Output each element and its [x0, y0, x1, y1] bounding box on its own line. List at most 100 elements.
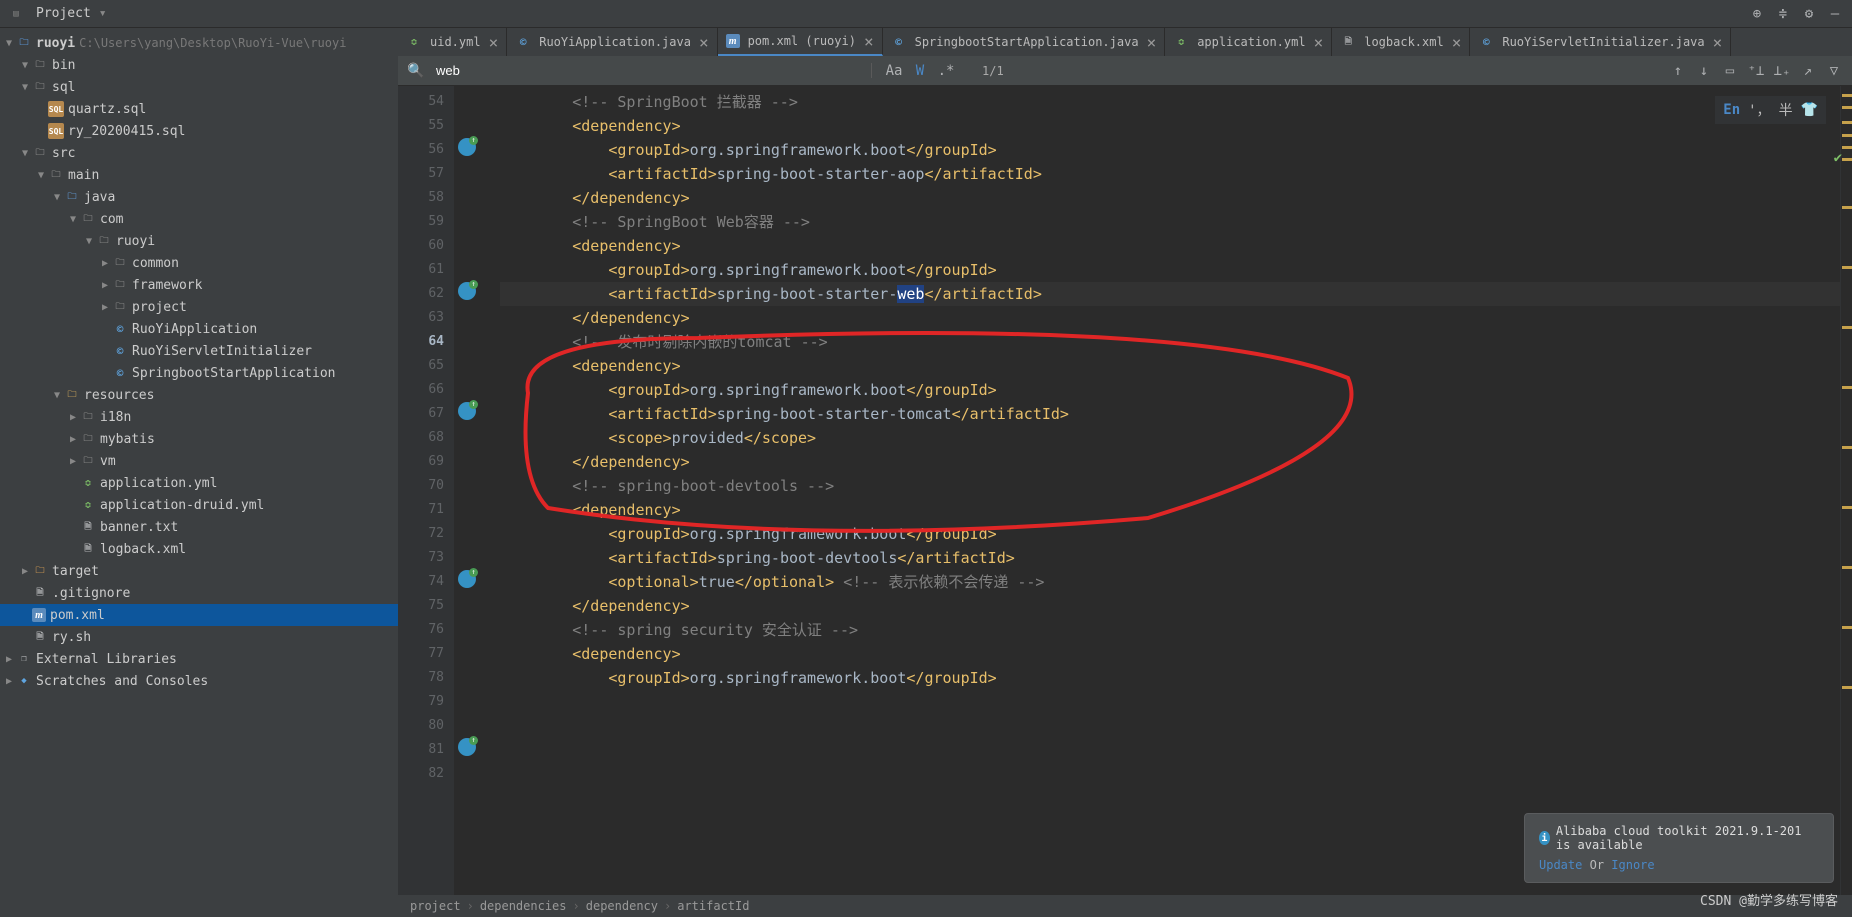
editor-tab[interactable]: ≎uid.yml×	[398, 28, 507, 56]
dir-icon: 🗀	[112, 299, 128, 315]
tree-item[interactable]: ▶❒External Libraries	[0, 648, 398, 670]
editor-tab[interactable]: 🗎logback.xml×	[1332, 28, 1470, 56]
update-link[interactable]: Update	[1539, 858, 1582, 872]
java-icon: ©	[515, 34, 531, 50]
tree-item[interactable]: 🗎banner.txt	[0, 516, 398, 538]
tree-item[interactable]: ▼🗀src	[0, 142, 398, 164]
shirt-icon: 👕	[1801, 102, 1818, 118]
run-mark-icon[interactable]	[458, 402, 476, 420]
tree-item[interactable]: ▶🗀common	[0, 252, 398, 274]
close-icon[interactable]: ×	[1147, 33, 1157, 52]
ignore-link[interactable]: Ignore	[1611, 858, 1654, 872]
tree-item[interactable]: ≎application.yml	[0, 472, 398, 494]
breadcrumb-item[interactable]: dependencies	[480, 899, 567, 913]
editor-tabs[interactable]: ≎uid.yml×©RuoYiApplication.java×mpom.xml…	[398, 28, 1852, 56]
editor-tab[interactable]: ≎application.yml×	[1165, 28, 1332, 56]
sql-icon: SQL	[48, 101, 64, 117]
run-mark-icon[interactable]	[458, 738, 476, 756]
tree-root[interactable]: ▼🗀ruoyi C:\Users\yang\Desktop\RuoYi-Vue\…	[0, 32, 398, 54]
tree-item[interactable]: ≎application-druid.yml	[0, 494, 398, 516]
lib-icon: ❒	[16, 651, 32, 667]
breadcrumb-item[interactable]: artifactId	[677, 899, 749, 913]
close-icon[interactable]: ×	[1314, 33, 1324, 52]
yml-icon: ≎	[80, 475, 96, 491]
close-icon[interactable]: ×	[699, 33, 709, 52]
project-toolbar: ▤ Project ▾ ⊕ ≑ ⚙ —	[0, 0, 1852, 28]
next-icon[interactable]: ↓	[1694, 63, 1714, 79]
tree-item[interactable]: ▼🗀ruoyi	[0, 230, 398, 252]
java-icon: ©	[112, 321, 128, 337]
tree-item[interactable]: 🗎logback.xml	[0, 538, 398, 560]
regex-icon[interactable]: .*	[936, 63, 956, 79]
hide-icon[interactable]: —	[1826, 5, 1844, 23]
words-icon[interactable]: W	[910, 63, 930, 79]
editor-tab[interactable]: ©SpringbootStartApplication.java×	[883, 28, 1166, 56]
code-editor[interactable]: 5455565758596061626364656667686970717273…	[398, 86, 1852, 895]
tree-item[interactable]: ▼🗀main	[0, 164, 398, 186]
breadcrumb-item[interactable]: project	[410, 899, 461, 913]
tree-item[interactable]: ▶🗀i18n	[0, 406, 398, 428]
editor-tab[interactable]: ©RuoYiServletInitializer.java×	[1470, 28, 1731, 56]
dir-icon: 🗀	[80, 453, 96, 469]
tree-item[interactable]: ▶🗀target	[0, 560, 398, 582]
editor-tab[interactable]: ©RuoYiApplication.java×	[507, 28, 717, 56]
filter-icon[interactable]: ▽	[1824, 63, 1844, 79]
breadcrumbs[interactable]: project›dependencies›dependency›artifact…	[398, 895, 1852, 917]
editor-tab[interactable]: mpom.xml (ruoyi)×	[718, 28, 883, 56]
close-icon[interactable]: ×	[489, 33, 499, 52]
tree-item[interactable]: ▶🗀project	[0, 296, 398, 318]
select-all-icon[interactable]: ⟂₊	[1772, 63, 1792, 79]
search-input[interactable]	[432, 63, 872, 78]
target-icon[interactable]: ⊕	[1748, 5, 1766, 23]
close-icon[interactable]: ×	[864, 32, 874, 51]
tree-item[interactable]: mpom.xml	[0, 604, 398, 626]
tree-item[interactable]: 🗎ry.sh	[0, 626, 398, 648]
file-icon: 🗎	[32, 629, 48, 645]
dir-icon: 🗀	[80, 211, 96, 227]
add-selection-icon[interactable]: ⁺⟂	[1746, 63, 1766, 79]
tree-item[interactable]: SQLry_20200415.sql	[0, 120, 398, 142]
expand-icon[interactable]: ≑	[1774, 5, 1792, 23]
run-mark-icon[interactable]	[458, 282, 476, 300]
overview-bar[interactable]	[1840, 86, 1852, 895]
ime-indicator[interactable]: En '， 半 👕	[1715, 96, 1826, 124]
run-mark-icon[interactable]	[458, 570, 476, 588]
find-bar: 🔍 Aa W .* 1/1 ↑ ↓ ▭ ⁺⟂ ⟂₊ ↗ ▽	[398, 56, 1852, 86]
tree-item[interactable]: ©RuoYiServletInitializer	[0, 340, 398, 362]
line-gutter[interactable]: 5455565758596061626364656667686970717273…	[398, 86, 454, 895]
tree-item[interactable]: 🗎.gitignore	[0, 582, 398, 604]
tree-item[interactable]: ▼🗀com	[0, 208, 398, 230]
tree-item[interactable]: ©SpringbootStartApplication	[0, 362, 398, 384]
dir-icon: 🗀	[112, 277, 128, 293]
tree-item[interactable]: ▶🗀vm	[0, 450, 398, 472]
close-icon[interactable]: ×	[1452, 33, 1462, 52]
breadcrumb-item[interactable]: dependency	[586, 899, 658, 913]
tree-item[interactable]: ▼🗀sql	[0, 76, 398, 98]
tree-item[interactable]: ▶🗀framework	[0, 274, 398, 296]
file-icon: 🗎	[1340, 34, 1356, 50]
dir-icon: 🗀	[80, 409, 96, 425]
tree-item[interactable]: ▶◆Scratches and Consoles	[0, 670, 398, 692]
code-content[interactable]: <!-- SpringBoot 拦截器 --> <dependency> <gr…	[480, 86, 1840, 895]
project-icon: ▤	[8, 6, 24, 22]
tree-item[interactable]: SQLquartz.sql	[0, 98, 398, 120]
prev-icon[interactable]: ↑	[1668, 63, 1688, 79]
case-icon[interactable]: Aa	[884, 63, 904, 79]
tree-item[interactable]: ▼🗀resources	[0, 384, 398, 406]
file-icon: 🗎	[80, 541, 96, 557]
export-icon[interactable]: ↗	[1798, 63, 1818, 79]
file-icon: 🗎	[80, 519, 96, 535]
tree-item[interactable]: ▼🗀bin	[0, 54, 398, 76]
run-mark-icon[interactable]	[458, 138, 476, 156]
close-icon[interactable]: ×	[1713, 33, 1723, 52]
search-icon[interactable]: 🔍	[406, 63, 426, 79]
tree-item[interactable]: ©RuoYiApplication	[0, 318, 398, 340]
project-tree[interactable]: ▼🗀ruoyi C:\Users\yang\Desktop\RuoYi-Vue\…	[0, 28, 398, 917]
select-window-icon[interactable]: ▭	[1720, 63, 1740, 79]
gear-icon[interactable]: ⚙	[1800, 5, 1818, 23]
java-icon: ©	[1478, 34, 1494, 50]
project-label[interactable]: Project	[36, 6, 91, 21]
tree-item[interactable]: ▶🗀mybatis	[0, 428, 398, 450]
tree-item[interactable]: ▼🗀java	[0, 186, 398, 208]
gutter-marks[interactable]	[454, 86, 480, 895]
